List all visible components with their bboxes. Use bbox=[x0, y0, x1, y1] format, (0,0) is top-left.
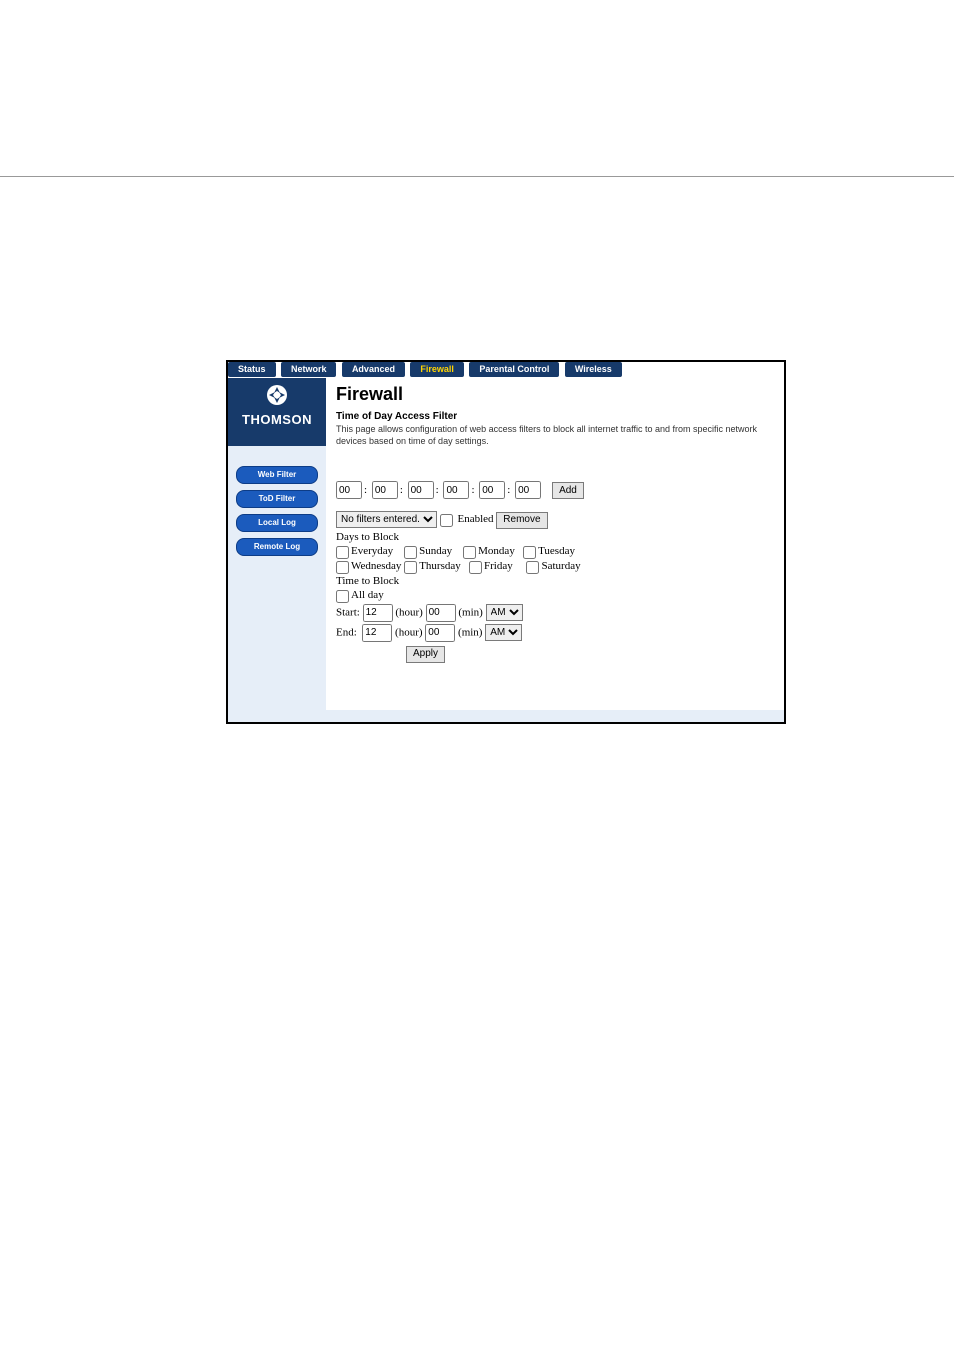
mac-field-6[interactable] bbox=[515, 481, 541, 499]
router-admin-window: Status Network Advanced Firewall Parenta… bbox=[226, 360, 786, 724]
allday-row: All day bbox=[336, 589, 774, 602]
mac-field-4[interactable] bbox=[443, 481, 469, 499]
page-title: Firewall bbox=[336, 384, 774, 405]
day-sunday-label: Sunday bbox=[419, 545, 452, 557]
start-min-field[interactable] bbox=[426, 604, 456, 622]
apply-row: Apply bbox=[336, 646, 774, 663]
brand-logo: THOMSON bbox=[228, 378, 326, 446]
sidebar-menu: Web Filter ToD Filter Local Log Remote L… bbox=[228, 446, 326, 724]
main-content: Firewall Time of Day Access Filter This … bbox=[326, 378, 784, 722]
time-header: Time to Block bbox=[336, 575, 774, 587]
day-everyday-checkbox[interactable] bbox=[336, 546, 349, 559]
start-hour-label: (hour) bbox=[395, 606, 423, 618]
end-ampm-select[interactable]: AM bbox=[485, 624, 522, 641]
day-saturday-label: Saturday bbox=[541, 560, 580, 572]
day-thursday-checkbox[interactable] bbox=[404, 561, 417, 574]
days-header: Days to Block bbox=[336, 531, 774, 543]
day-saturday-checkbox[interactable] bbox=[526, 561, 539, 574]
day-thursday-label: Thursday bbox=[419, 560, 461, 572]
day-wednesday-checkbox[interactable] bbox=[336, 561, 349, 574]
day-wednesday-label: Wednesday bbox=[351, 560, 401, 572]
day-tuesday-label: Tuesday bbox=[538, 545, 575, 557]
brand-icon bbox=[266, 384, 288, 411]
tab-advanced[interactable]: Advanced bbox=[342, 362, 405, 377]
day-everyday-label: Everyday bbox=[351, 545, 393, 557]
mac-field-5[interactable] bbox=[479, 481, 505, 499]
filter-select-row: No filters entered. Enabled Remove bbox=[336, 511, 774, 529]
start-time-row: Start: (hour) (min) AM bbox=[336, 604, 774, 622]
tab-firewall[interactable]: Firewall bbox=[410, 362, 464, 377]
apply-button[interactable]: Apply bbox=[406, 646, 445, 663]
day-monday-checkbox[interactable] bbox=[463, 546, 476, 559]
day-tuesday-checkbox[interactable] bbox=[523, 546, 536, 559]
end-hour-field[interactable] bbox=[362, 624, 392, 642]
page-subtitle: Time of Day Access Filter bbox=[336, 411, 774, 422]
start-label: Start: bbox=[336, 606, 360, 618]
allday-label: All day bbox=[351, 589, 384, 601]
end-min-label: (min) bbox=[458, 626, 482, 638]
sidebar-item-web-filter[interactable]: Web Filter bbox=[236, 466, 318, 484]
end-min-field[interactable] bbox=[425, 624, 455, 642]
mac-address-row: : : : : : Add bbox=[336, 481, 774, 499]
remove-button[interactable]: Remove bbox=[496, 512, 547, 529]
end-label: End: bbox=[336, 626, 357, 638]
allday-checkbox[interactable] bbox=[336, 590, 349, 603]
days-row-2: Wednesday Thursday Friday Saturday bbox=[336, 560, 774, 573]
days-row-1: Everyday Sunday Monday Tuesday bbox=[336, 545, 774, 558]
top-nav: Status Network Advanced Firewall Parenta… bbox=[228, 362, 784, 378]
end-hour-label: (hour) bbox=[395, 626, 423, 638]
sidebar-item-local-log[interactable]: Local Log bbox=[236, 514, 318, 532]
enabled-label: Enabled bbox=[458, 513, 494, 525]
add-button[interactable]: Add bbox=[552, 482, 584, 499]
start-ampm-select[interactable]: AM bbox=[486, 604, 523, 621]
day-sunday-checkbox[interactable] bbox=[404, 546, 417, 559]
enabled-checkbox[interactable] bbox=[440, 514, 453, 527]
page-divider bbox=[0, 176, 954, 177]
mac-field-2[interactable] bbox=[372, 481, 398, 499]
day-monday-label: Monday bbox=[478, 545, 515, 557]
day-friday-label: Friday bbox=[484, 560, 513, 572]
mac-field-1[interactable] bbox=[336, 481, 362, 499]
footer-bar bbox=[228, 710, 784, 722]
end-time-row: End: (hour) (min) AM bbox=[336, 624, 774, 642]
brand-name: THOMSON bbox=[228, 412, 326, 427]
page-description: This page allows configuration of web ac… bbox=[336, 423, 774, 447]
tab-network[interactable]: Network bbox=[281, 362, 337, 377]
start-hour-field[interactable] bbox=[363, 604, 393, 622]
sidebar-item-tod-filter[interactable]: ToD Filter bbox=[236, 490, 318, 508]
tod-filter-form: : : : : : Add No filters entered. Enable… bbox=[336, 481, 774, 663]
sidebar-item-remote-log[interactable]: Remote Log bbox=[236, 538, 318, 556]
day-friday-checkbox[interactable] bbox=[469, 561, 482, 574]
sidebar: THOMSON Web Filter ToD Filter Local Log … bbox=[228, 378, 326, 724]
tab-status[interactable]: Status bbox=[228, 362, 276, 377]
start-min-label: (min) bbox=[458, 606, 482, 618]
tab-parental-control[interactable]: Parental Control bbox=[469, 362, 559, 377]
filter-select[interactable]: No filters entered. bbox=[336, 511, 437, 528]
tab-wireless[interactable]: Wireless bbox=[565, 362, 622, 377]
mac-field-3[interactable] bbox=[408, 481, 434, 499]
